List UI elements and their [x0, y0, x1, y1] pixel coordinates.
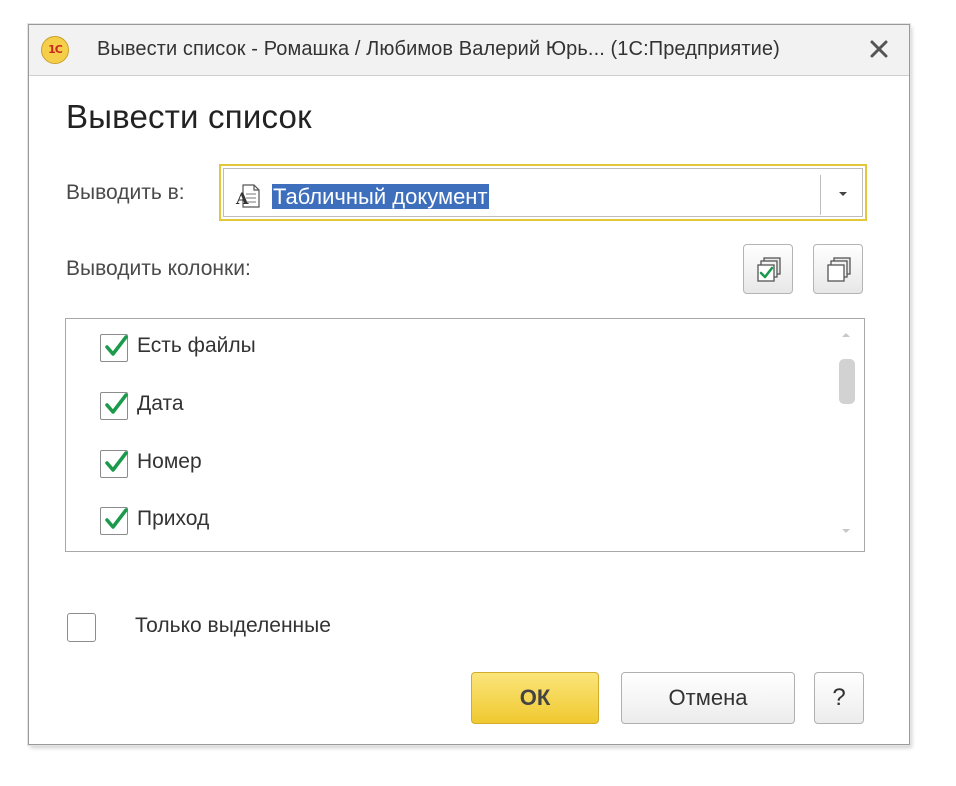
uncheck-all-button[interactable]	[813, 244, 863, 294]
app-logo-text: 1С	[48, 43, 63, 56]
ok-button[interactable]: ОК	[471, 672, 599, 724]
window-title: Вывести список - Ромашка / Любимов Валер…	[97, 38, 780, 60]
page-title: Вывести список	[66, 98, 312, 135]
checkmark-icon	[105, 335, 128, 356]
chevron-down-icon[interactable]	[836, 189, 850, 199]
check-all-button[interactable]	[743, 244, 793, 294]
scroll-up-icon[interactable]	[841, 332, 851, 338]
output-to-select[interactable]: A Табличный документ	[219, 164, 867, 221]
output-to-value: Табличный документ	[272, 184, 489, 209]
scrollbar-thumb[interactable]	[839, 359, 855, 404]
only-selected-label: Только выделенные	[135, 614, 331, 637]
uncheck-all-icon	[827, 257, 851, 282]
title-bar[interactable]: 1С Вывести список - Ромашка / Любимов Ва…	[29, 25, 909, 76]
column-label: Есть файлы	[137, 334, 256, 357]
combo-divider	[820, 175, 821, 215]
spreadsheet-document-icon: A	[235, 184, 260, 208]
help-button[interactable]: ?	[814, 672, 864, 724]
cancel-button[interactable]: Отмена	[621, 672, 795, 724]
check-all-icon	[757, 257, 781, 282]
close-icon[interactable]	[865, 35, 893, 63]
output-to-select-frame: A Табличный документ	[223, 168, 863, 217]
output-to-label: Выводить в:	[66, 181, 185, 204]
column-checkbox[interactable]	[100, 507, 128, 535]
list-scrollbar[interactable]	[835, 327, 857, 541]
app-logo-icon[interactable]: 1С	[41, 36, 69, 64]
column-label: Дата	[137, 392, 184, 415]
checkmark-icon	[105, 393, 128, 414]
columns-label: Выводить колонки:	[66, 257, 251, 280]
column-label: Номер	[137, 450, 202, 473]
checkmark-icon	[105, 451, 128, 472]
column-checkbox[interactable]	[100, 392, 128, 420]
svg-text:A: A	[235, 189, 249, 208]
column-checkbox[interactable]	[100, 334, 128, 362]
only-selected-checkbox[interactable]	[67, 613, 96, 642]
export-list-dialog: 1С Вывести список - Ромашка / Любимов Ва…	[28, 24, 910, 745]
column-checkbox[interactable]	[100, 450, 128, 478]
scroll-down-icon[interactable]	[841, 528, 851, 534]
columns-list[interactable]: Есть файлы Дата Номер Приход	[65, 318, 865, 552]
checkmark-icon	[105, 508, 128, 529]
column-label: Приход	[137, 507, 210, 530]
